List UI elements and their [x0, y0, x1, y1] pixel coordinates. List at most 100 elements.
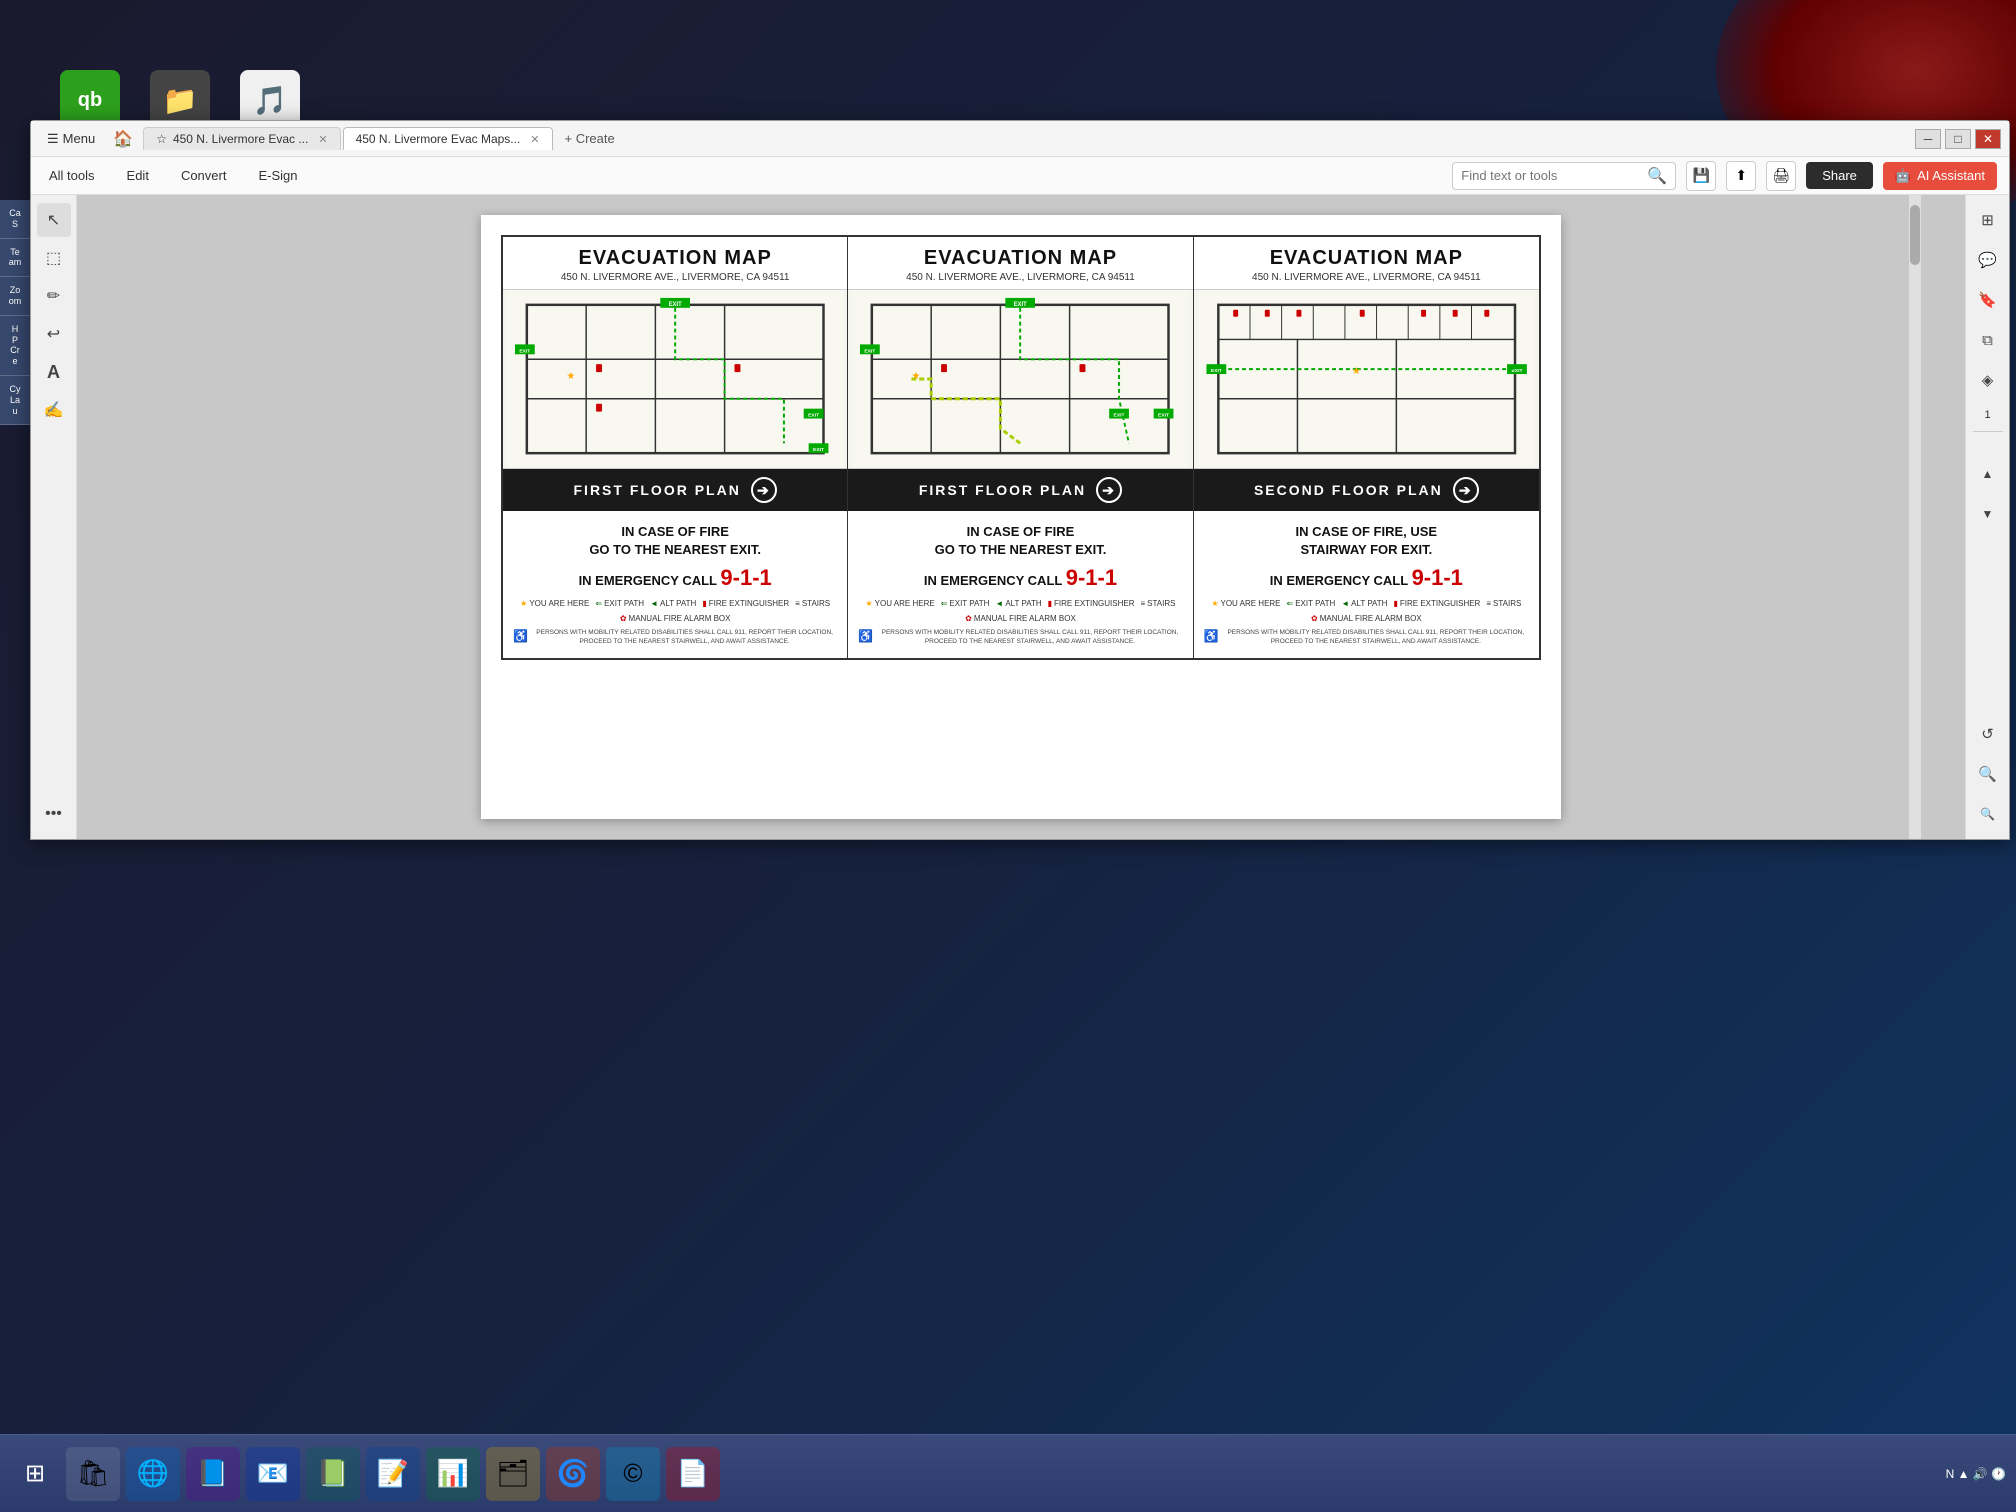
undo-tool[interactable]: ↩: [37, 317, 71, 351]
edit-button[interactable]: Edit: [121, 164, 155, 187]
maximize-button[interactable]: □: [1945, 129, 1971, 149]
scroll-up-btn[interactable]: ▲: [1971, 457, 2005, 491]
left-sidebar: ↖ ⬚ ✏ ↩ A ✍ •••: [31, 195, 77, 839]
search-input[interactable]: [1461, 168, 1641, 183]
upload-icon-button[interactable]: ⬆: [1726, 161, 1756, 191]
emergency-section-3: IN CASE OF FIRE, USESTAIRWAY FOR EXIT. I…: [1194, 511, 1539, 658]
taskbar-ccleaner[interactable]: ©: [606, 1447, 660, 1501]
print-icon-button[interactable]: 🖨: [1766, 161, 1796, 191]
floor-arrow-3: ➔: [1453, 477, 1479, 503]
floor-label-text-2: FIRST FLOOR PLAN: [919, 482, 1086, 498]
pdf-area: EVACUATION MAP 450 N. LIVERMORE AVE., LI…: [77, 195, 1965, 839]
emergency-text-3: IN EMERGENCY CALL: [1270, 573, 1408, 588]
svg-text:EXIT: EXIT: [1014, 302, 1028, 308]
tab-2-close[interactable]: ✕: [530, 133, 539, 146]
legend-you-are-here-1: ★ YOU ARE HERE: [520, 599, 589, 608]
layers-btn[interactable]: ◈: [1971, 363, 2005, 397]
scroll-thumb[interactable]: [1910, 205, 1920, 265]
left-label-hp[interactable]: HPCre: [0, 316, 30, 376]
floor-arrow-2: ➔: [1096, 477, 1122, 503]
menu-button[interactable]: ☰ Menu: [39, 127, 103, 151]
new-tab-button[interactable]: + Create: [555, 127, 625, 150]
taskbar-files[interactable]: 🗂: [486, 1447, 540, 1501]
evac-header-3: EVACUATION MAP 450 N. LIVERMORE AVE., LI…: [1194, 237, 1539, 289]
sign-tool[interactable]: ✍: [37, 393, 71, 427]
ai-assistant-button[interactable]: 🤖 AI Assistant: [1883, 162, 1997, 190]
all-tools-button[interactable]: All tools: [43, 164, 101, 187]
emergency-call-1: IN EMERGENCY CALL 9-1-1: [513, 565, 837, 591]
evacuation-grid: EVACUATION MAP 450 N. LIVERMORE AVE., LI…: [501, 235, 1541, 660]
fire-text-1: IN CASE OF FIREGO TO THE NEAREST EXIT.: [513, 523, 837, 559]
svg-text:EXIT: EXIT: [813, 447, 824, 453]
taskbar-acrobat[interactable]: 📄: [666, 1447, 720, 1501]
tab-2[interactable]: 450 N. Livermore Evac Maps... ✕: [343, 127, 553, 150]
left-label-cy[interactable]: CyLau: [0, 376, 30, 425]
scroll-track[interactable]: [1909, 195, 1921, 839]
left-label-zoom[interactable]: Zoom: [0, 277, 30, 316]
taskbar-store[interactable]: 🛍: [66, 1447, 120, 1501]
legend-1: ★ YOU ARE HERE ⇐ EXIT PATH ◄ ALT PATH ▮ …: [513, 599, 837, 623]
organize-pages-btn[interactable]: ⊞: [1971, 203, 2005, 237]
emergency-text-2: IN EMERGENCY CALL: [924, 573, 1062, 588]
svg-text:EXIT: EXIT: [1511, 368, 1522, 374]
select-area-tool[interactable]: ⬚: [37, 241, 71, 275]
save-icon-button[interactable]: 💾: [1686, 161, 1716, 191]
toolbar-right: 🔍 💾 ⬆ 🖨 Share 🤖 AI Assistant: [1452, 161, 1997, 191]
hamburger-icon: ☰: [47, 131, 59, 147]
floor-plan-img-2: EXIT EXIT EXIT EXIT: [848, 289, 1192, 469]
left-label-teams[interactable]: Team: [0, 239, 30, 278]
content-area: ↖ ⬚ ✏ ↩ A ✍ ••• EVACUATION MAP 450 N. LI…: [31, 195, 2009, 839]
legend-3: ★ YOU ARE HERE ⇐ EXIT PATH ◄ ALT PATH ▮ …: [1204, 599, 1529, 623]
disability-text-1: ♿ PERSONS WITH MOBILITY RELATED DISABILI…: [513, 629, 837, 646]
taskbar-chrome[interactable]: 🌀: [546, 1447, 600, 1501]
disability-text-3: ♿ PERSONS WITH MOBILITY RELATED DISABILI…: [1204, 629, 1529, 646]
tab-1-title: 450 N. Livermore Evac ...: [173, 132, 308, 146]
start-button[interactable]: ⊞: [10, 1449, 60, 1499]
floor-label-text-3: SECOND FLOOR PLAN: [1254, 482, 1443, 498]
toolbar: All tools Edit Convert E-Sign 🔍 💾 ⬆ 🖨 Sh…: [31, 157, 2009, 195]
refresh-btn[interactable]: ↺: [1971, 717, 2005, 751]
nine-one-one-2: 9-1-1: [1066, 565, 1117, 590]
svg-text:★: ★: [1351, 366, 1360, 377]
more-tools[interactable]: •••: [37, 797, 71, 831]
tab-1[interactable]: ☆ 450 N. Livermore Evac ... ✕: [143, 127, 340, 150]
bookmark-btn[interactable]: 🔖: [1971, 283, 2005, 317]
zoom-out-btn[interactable]: 🔍: [1971, 797, 2005, 831]
evac-panel-2: EVACUATION MAP 450 N. LIVERMORE AVE., LI…: [848, 237, 1193, 658]
copy-btn[interactable]: ⧉: [1971, 323, 2005, 357]
taskbar-word[interactable]: 📝: [366, 1447, 420, 1501]
taskbar-edge[interactable]: 🌐: [126, 1447, 180, 1501]
share-button[interactable]: Share: [1806, 162, 1873, 189]
taskbar-publisher[interactable]: 📗: [306, 1447, 360, 1501]
floor-label-text-1: FIRST FLOOR PLAN: [574, 482, 741, 498]
scroll-down-btn[interactable]: ▼: [1971, 497, 2005, 531]
evac-title-1: EVACUATION MAP: [511, 247, 839, 270]
convert-button[interactable]: Convert: [175, 164, 233, 187]
disability-text-2: ♿ PERSONS WITH MOBILITY RELATED DISABILI…: [858, 629, 1182, 646]
text-tool[interactable]: A: [37, 355, 71, 389]
esign-button[interactable]: E-Sign: [252, 164, 303, 187]
nine-one-one-1: 9-1-1: [720, 565, 771, 590]
floor-label-2: FIRST FLOOR PLAN ➔: [848, 469, 1192, 511]
search-bar: 🔍: [1452, 162, 1676, 190]
select-tool[interactable]: ↖: [37, 203, 71, 237]
svg-text:EXIT: EXIT: [808, 413, 819, 419]
svg-text:EXIT: EXIT: [519, 348, 530, 354]
star-icon: ☆: [156, 132, 167, 146]
home-button[interactable]: 🏠: [109, 125, 137, 153]
taskbar-outlook[interactable]: 📧: [246, 1447, 300, 1501]
left-label-1[interactable]: CaS: [0, 200, 30, 239]
comment-btn[interactable]: 💬: [1971, 243, 2005, 277]
taskbar-onenote[interactable]: 📘: [186, 1447, 240, 1501]
tab-1-close[interactable]: ✕: [318, 133, 327, 146]
taskbar-excel[interactable]: 📊: [426, 1447, 480, 1501]
close-button[interactable]: ✕: [1975, 129, 2001, 149]
evac-panel-1: EVACUATION MAP 450 N. LIVERMORE AVE., LI…: [503, 237, 848, 658]
legend-alarm-1: ✿ MANUAL FIRE ALARM BOX: [620, 614, 731, 623]
taskbar: ⊞ 🛍 🌐 📘 📧 📗 📝 📊 🗂 🌀 © 📄 N ▲ 🔊 🕐: [0, 1434, 2016, 1512]
minimize-button[interactable]: ─: [1915, 129, 1941, 149]
floor-label-1: FIRST FLOOR PLAN ➔: [503, 469, 847, 511]
zoom-in-btn[interactable]: 🔍: [1971, 757, 2005, 791]
evac-title-2: EVACUATION MAP: [856, 247, 1184, 270]
draw-tool[interactable]: ✏: [37, 279, 71, 313]
